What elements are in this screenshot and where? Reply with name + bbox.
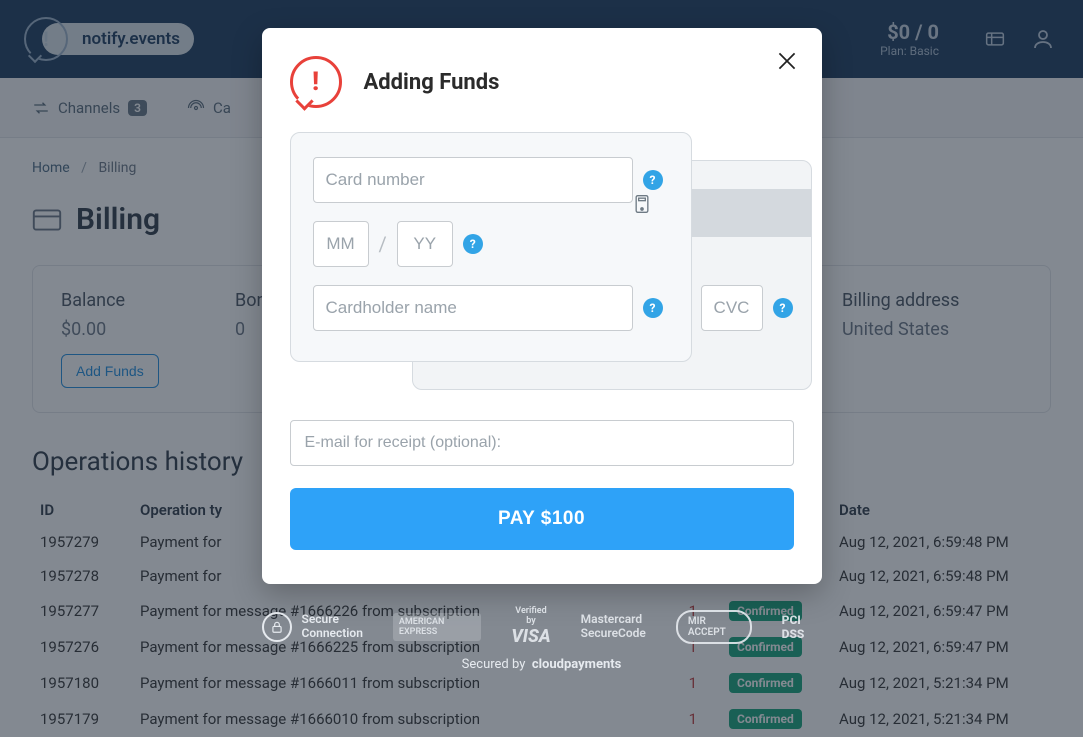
add-funds-modal: ! Adding Funds ? ?: [262, 28, 822, 584]
trust-badges: Secure Connection AMERICAN EXPRESS Verif…: [262, 606, 822, 672]
expiry-help-icon[interactable]: ?: [463, 234, 483, 254]
secure-line1: Secure: [302, 613, 363, 626]
badge-visa: VISA: [511, 626, 550, 647]
card-front-graphic: ? / ? ?: [290, 132, 692, 362]
cardholder-help-icon[interactable]: ?: [643, 298, 663, 318]
card-number-help-icon[interactable]: ?: [643, 170, 663, 190]
secure-line2: Connection: [302, 627, 363, 640]
modal-title: Adding Funds: [364, 70, 500, 95]
badge-pci: PCI DSS: [782, 613, 822, 641]
payment-processor: cloudpayments: [532, 657, 622, 672]
cvc-help-icon[interactable]: ?: [773, 298, 793, 318]
expiry-year-input[interactable]: [397, 221, 453, 267]
badge-mir: MIR ACCEPT: [676, 610, 752, 644]
secured-by-label: Secured by: [462, 657, 526, 672]
badge-mc-top: Mastercard: [581, 613, 646, 626]
badge-visa-top: Verified by: [511, 606, 550, 626]
card-number-input[interactable]: [313, 157, 633, 203]
expiry-month-input[interactable]: [313, 221, 369, 267]
badge-amex: AMERICAN EXPRESS: [393, 613, 481, 641]
receipt-email-input[interactable]: [290, 420, 794, 466]
badge-mc-bottom: SecureCode: [581, 627, 646, 640]
close-icon[interactable]: [774, 48, 800, 78]
cardholder-name-input[interactable]: [313, 285, 633, 331]
expiry-separator: /: [379, 232, 387, 256]
modal-brand-icon: !: [290, 56, 342, 108]
card-scan-icon[interactable]: [633, 194, 651, 218]
cvc-input[interactable]: [701, 285, 763, 331]
pay-button[interactable]: PAY $100: [290, 488, 794, 550]
lock-icon: [262, 612, 292, 642]
